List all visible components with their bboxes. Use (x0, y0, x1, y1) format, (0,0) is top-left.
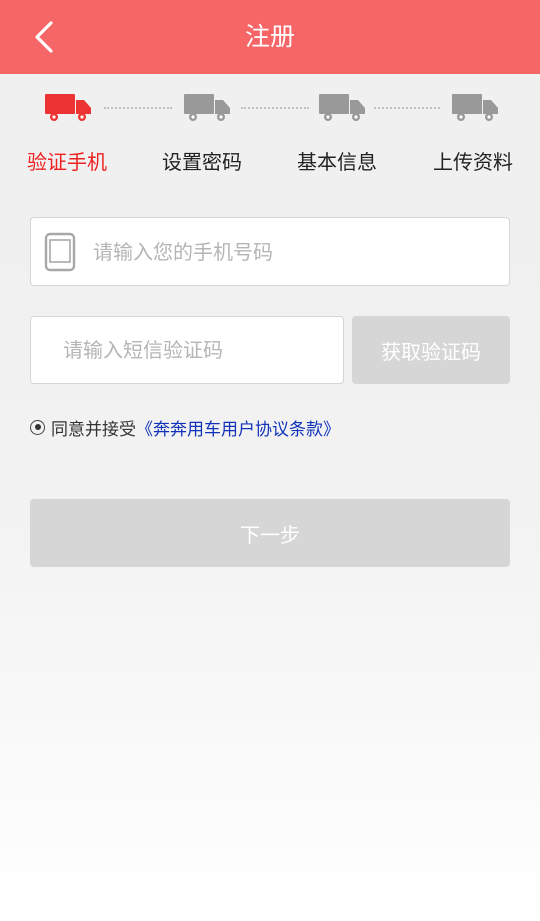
agree-radio[interactable] (30, 419, 45, 435)
step-label-verify-phone: 验证手机 (27, 150, 107, 174)
sms-code-input-box (30, 316, 344, 384)
step-label-set-password: 设置密码 (162, 150, 242, 174)
step-label-basic-info: 基本信息 (297, 150, 377, 174)
radio-dot-icon (34, 424, 41, 430)
agreement-link[interactable]: 《奔奔用车用户协议条款》 (136, 415, 340, 440)
get-code-button[interactable]: 获取验证码 (352, 316, 510, 384)
step-connector (104, 107, 172, 109)
registration-steps: 验证手机 设置密码 基本信息 上传资料 (0, 88, 540, 188)
phone-input[interactable] (91, 218, 497, 285)
step-connector (374, 107, 440, 109)
agreement-row: 同意并接受 《奔奔用车用户协议条款》 (30, 414, 340, 440)
agree-text: 同意并接受 (51, 419, 136, 440)
truck-icon-step-3 (319, 94, 365, 121)
app-header: 注册 (0, 0, 540, 74)
truck-icon-step-2 (184, 94, 230, 121)
truck-icon-step-1 (45, 94, 91, 121)
truck-icon-step-4 (452, 94, 498, 121)
sms-code-input[interactable] (61, 317, 333, 383)
phone-input-box (30, 217, 510, 286)
page-title: 注册 (244, 22, 295, 51)
phone-icon (44, 232, 76, 272)
next-step-button[interactable]: 下一步 (30, 499, 510, 567)
step-label-upload-docs: 上传资料 (433, 150, 513, 174)
step-connector (241, 107, 309, 109)
